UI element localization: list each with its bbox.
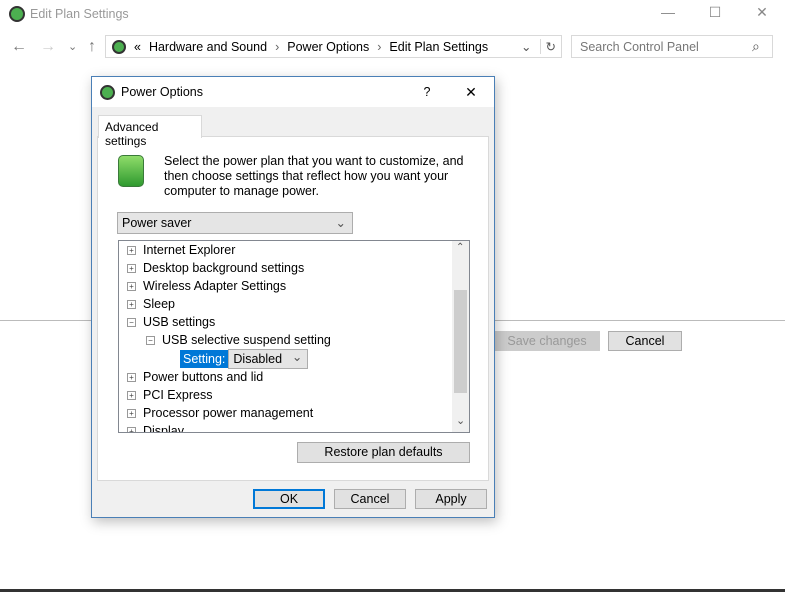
chevron-down-icon: ⌄ (291, 350, 303, 364)
cancel-button[interactable]: Cancel (608, 331, 682, 351)
tree-item-label: PCI Express (143, 388, 213, 402)
tree-item-label: Desktop background settings (143, 261, 305, 275)
up-button[interactable]: ↑ (88, 38, 96, 56)
plan-select[interactable]: Power saver ⌄ (117, 212, 353, 234)
tree-item-display[interactable]: + Display (127, 422, 184, 433)
close-button[interactable]: ✕ (747, 4, 777, 24)
forward-button[interactable]: → (40, 38, 56, 56)
tree-item-processor-power[interactable]: + Processor power management (127, 404, 313, 422)
plan-select-value: Power saver (122, 216, 192, 230)
scrollbar-thumb[interactable] (454, 290, 467, 393)
scroll-up-icon[interactable]: ⌃ (456, 242, 464, 253)
dialog-cancel-button[interactable]: Cancel (334, 489, 406, 509)
tree-item-sleep[interactable]: + Sleep (127, 295, 175, 313)
save-changes-button[interactable]: Save changes (494, 331, 600, 351)
tree-item-usb-settings[interactable]: − USB settings (127, 313, 215, 331)
tree-item-usb-selective-suspend[interactable]: − USB selective suspend setting (146, 331, 331, 349)
app-icon (9, 6, 25, 22)
collapse-icon[interactable]: − (127, 317, 136, 327)
ok-button[interactable]: OK (253, 489, 325, 509)
chevron-down-icon: ⌄ (335, 216, 346, 230)
power-options-icon (112, 39, 126, 54)
setting-value-select[interactable]: Disabled ⌄ (228, 349, 309, 369)
tree-item-internet-explorer[interactable]: + Internet Explorer (127, 241, 235, 259)
crumb-edit-plan[interactable]: Edit Plan Settings (389, 40, 488, 54)
crumb-power-options[interactable]: Power Options (287, 40, 369, 54)
tree-item-label: Display (143, 424, 184, 433)
description-text: Select the power plan that you want to c… (164, 154, 464, 198)
help-button[interactable]: ? (412, 85, 442, 99)
dialog-title: Power Options (121, 85, 203, 99)
recent-locations-button[interactable]: ⌄ (68, 40, 77, 53)
expand-icon[interactable]: + (127, 299, 136, 309)
tree-item-label: Processor power management (143, 406, 314, 420)
expand-icon[interactable]: + (127, 408, 136, 418)
crumb-separator: › (377, 39, 382, 54)
expand-icon[interactable]: + (127, 281, 136, 291)
expand-icon[interactable]: + (127, 263, 136, 273)
tab-advanced-settings[interactable]: Advanced settings (98, 115, 202, 148)
tree-item-power-buttons[interactable]: + Power buttons and lid (127, 368, 263, 386)
power-options-dialog: Power Options ? ✕ Advanced settings Sele… (91, 76, 495, 518)
refresh-icon[interactable]: ↻ (539, 39, 561, 54)
window-title: Edit Plan Settings (30, 7, 129, 21)
dialog-titlebar: Power Options ? ✕ (92, 77, 494, 107)
apply-button[interactable]: Apply (415, 489, 487, 509)
minimize-button[interactable]: — (653, 4, 683, 24)
power-options-icon (100, 84, 115, 100)
tree-item-pci-express[interactable]: + PCI Express (127, 386, 212, 404)
tree-item-setting: Setting: Disabled ⌄ (180, 349, 309, 369)
tree-item-label: Internet Explorer (143, 243, 236, 257)
battery-plug-icon (118, 155, 144, 187)
tree-item-label: Wireless Adapter Settings (143, 279, 287, 293)
tab-panel: Select the power plan that you want to c… (97, 136, 489, 481)
setting-value: Disabled (233, 352, 283, 366)
back-button[interactable]: ← (11, 38, 27, 56)
overflow-chevron[interactable]: « (134, 40, 141, 54)
expand-icon[interactable]: + (127, 372, 136, 382)
tree-item-label: USB selective suspend setting (162, 333, 331, 347)
tree-item-wireless-adapter[interactable]: + Wireless Adapter Settings (127, 277, 286, 295)
search-icon: ⌕ (752, 38, 760, 54)
expand-icon[interactable]: + (127, 426, 136, 432)
tree-item-label: Power buttons and lid (143, 370, 264, 384)
crumb-hardware-sound[interactable]: Hardware and Sound (149, 40, 267, 54)
scroll-down-icon[interactable]: ⌄ (456, 414, 465, 427)
tree-item-label: Sleep (143, 297, 175, 311)
tree-item-label: USB settings (143, 315, 216, 329)
restore-defaults-button[interactable]: Restore plan defaults (297, 442, 470, 463)
maximize-button[interactable]: ☐ (700, 4, 730, 24)
setting-label: Setting: (180, 350, 229, 368)
search-input[interactable]: Search Control Panel (571, 35, 773, 58)
dialog-close-button[interactable]: ✕ (448, 84, 494, 101)
address-dropdown-icon[interactable]: ⌄ (521, 39, 531, 54)
expand-icon[interactable]: + (127, 390, 136, 400)
tree-item-desktop-background[interactable]: + Desktop background settings (127, 259, 304, 277)
crumb-separator: › (275, 39, 280, 54)
collapse-icon[interactable]: − (146, 335, 155, 345)
settings-tree: + Internet Explorer + Desktop background s… (118, 240, 470, 433)
address-bar[interactable]: « Hardware and Sound › Power Options › E… (105, 35, 562, 58)
expand-icon[interactable]: + (127, 245, 136, 255)
